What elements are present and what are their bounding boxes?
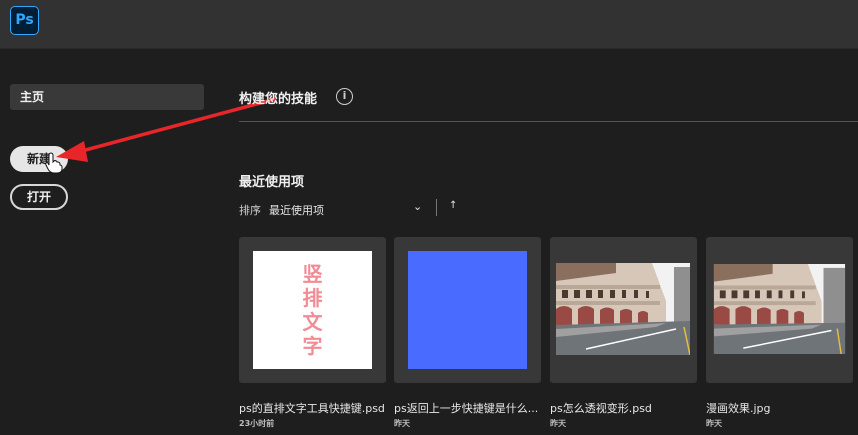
file-time: 23小时前 <box>239 419 275 428</box>
file-name[interactable]: ps怎么透视变形.psd <box>550 400 702 416</box>
recent-file-card[interactable]: 竖排文字 <box>239 237 386 383</box>
file-time: 昨天 <box>394 419 410 428</box>
recent-file-card[interactable] <box>706 237 853 383</box>
info-icon[interactable]: i <box>336 88 353 105</box>
sort-divider <box>436 199 437 216</box>
file-name[interactable]: 漫画效果.jpg <box>706 400 858 416</box>
sort-label: 排序 <box>239 204 261 217</box>
sidebar-item-home[interactable]: 主页 <box>10 84 204 110</box>
sort-dropdown[interactable]: 最近使用项 <box>269 202 324 218</box>
photoshop-logo[interactable]: Ps <box>10 6 39 35</box>
file-name[interactable]: ps返回上一步快捷键是什么... <box>394 400 546 416</box>
thumbnail-vertical-text: 竖排文字 <box>302 262 323 358</box>
file-thumbnail: 竖排文字 <box>253 251 372 369</box>
file-thumbnail <box>408 251 527 369</box>
file-thumbnail <box>556 263 690 355</box>
chevron-down-icon[interactable]: ⌄ <box>413 200 422 213</box>
open-button[interactable]: 打开 <box>10 184 68 210</box>
recent-file-card[interactable] <box>394 237 541 383</box>
file-time: 昨天 <box>706 419 722 428</box>
file-thumbnail <box>713 264 846 354</box>
recent-file-card[interactable] <box>550 237 697 383</box>
section-divider <box>239 121 858 122</box>
sort-direction-icon[interactable]: ↑ <box>449 200 457 211</box>
top-bar: Ps <box>0 0 858 49</box>
file-time: 昨天 <box>550 419 566 428</box>
skills-section-title: 构建您的技能 <box>239 92 318 107</box>
hand-cursor-icon <box>45 152 63 174</box>
file-name[interactable]: ps的直排文字工具快捷键.psd <box>239 400 391 416</box>
recent-section-title: 最近使用项 <box>239 175 305 190</box>
